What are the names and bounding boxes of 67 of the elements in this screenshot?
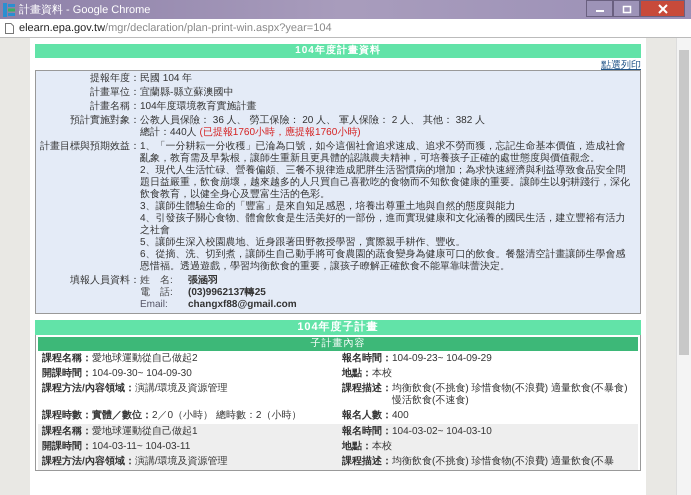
course-field-value: 104-03-11~ 104-03-11 (92, 441, 192, 453)
course-field-value: 均衡飲食(不挑食) 珍惜食物(不浪費) 適量飲食(不暴食) 慢活飲食(不速食) (392, 383, 629, 407)
course-field-label: 報名人數： (342, 410, 392, 422)
contact-value: (03)9962137轉25 (188, 287, 266, 299)
section-header: 104年度子計畫 (35, 320, 641, 335)
course-field-value: 均衡飲食(不挑食) 珍惜食物(不浪費) 適量飲食(不暴 (392, 456, 616, 468)
course-field-label: 課程名稱： (42, 353, 92, 365)
course-field-label: 課程描述： (342, 383, 392, 394)
course-field-value: 104-03-02~ 104-03-10 (392, 426, 493, 438)
course-field-label: 課程時數：實體／數位： (42, 410, 152, 422)
course-field-value: 400 (392, 410, 410, 422)
goal-item: 4、引發孩子關心食物、體會飲食是生活美好的一部份，進而實現健康和文化涵養的國民生活，建立豐裕有活力之社會 (140, 213, 627, 236)
course-field-value: 演講/環境及資源管理 (134, 383, 229, 395)
course-field-value: 演講/環境及資源管理 (134, 456, 229, 468)
section-header: 104年度計畫資料 (35, 44, 641, 58)
course-field-value: 104-09-30~ 104-09-30 (92, 368, 193, 380)
course-field-value: 愛地球運動從自己做起2 (92, 353, 199, 365)
course-field-label: 課程方法/內容領域： (42, 456, 135, 468)
course-field-value: 2／0（小時） 總時數：2（小時） (152, 410, 302, 422)
course-field-value: 本校 (372, 368, 393, 380)
page-icon (5, 22, 14, 34)
contact-label: Email: (140, 299, 169, 311)
field-value: 104年度環境教育實施計畫 (140, 101, 257, 112)
field-label: 計畫目標與預期效益： (39, 141, 140, 154)
course-field-label: 開課時間： (42, 441, 92, 453)
course-field-label: 課程描述： (342, 456, 392, 468)
course-field-label: 開課時間： (42, 368, 92, 380)
course-field-value: 104-09-23~ 104-09-29 (392, 353, 493, 365)
window-title: 計畫資料 - Google Chrome (19, 2, 152, 17)
field-label: 預計實施對象： (69, 115, 140, 128)
field-label: 計畫名稱： (89, 101, 140, 113)
course-field-label: 報名時間： (342, 353, 392, 365)
course-field-value: 愛地球運動從自己做起1 (92, 426, 199, 438)
goal-item: 3、讓師生體驗生命的「豐富」是來自知足感恩，培養出尊重土地與自然的態度與能力 (140, 201, 517, 212)
contact-label: 姓 名: (140, 275, 174, 286)
field-value: 民國 104 年 (140, 73, 192, 84)
hours-note: (已提報1760小時，應提報1760小時) (199, 127, 361, 138)
field-label: 計畫單位： (89, 87, 140, 99)
address-bar[interactable]: elearn.epa.gov.tw/mgr/declaration/plan-print-win.aspx?year=104 (19, 22, 332, 34)
minimize-button[interactable] (586, 0, 613, 17)
contact-label: 電 話: (140, 287, 174, 299)
field-label: 提報年度： (89, 73, 140, 85)
scrollbar[interactable] (676, 38, 691, 495)
field-label: 填報人員資料： (69, 275, 140, 288)
course-field-label: 地點： (342, 441, 372, 453)
course-field-label: 課程名稱： (42, 426, 92, 438)
field-value: 公教人員保險： 36 人、 勞工保險： 20 人、 軍人保險： 2 人、 其他： 382 人 (140, 115, 486, 126)
goal-item: 1、「一分耕耘一分收穫」已淪為口號，如今這個社會追求速成、追求不勞而獲，忘記生命基本價值，造成社會亂象，教育需及早紮根，讓師生重新且更具體的認識農夫精神，可培養孩子正確的處世態度與價值觀念。 (140, 141, 627, 164)
print-link[interactable]: 點選列印 (601, 60, 641, 71)
course-field-label: 課程方法/內容領域： (42, 383, 135, 395)
maximize-button[interactable] (613, 0, 640, 17)
course-field-label: 地點： (342, 368, 372, 380)
goal-item: 5、讓師生深入校園農地、近身跟著田野教授學習，實際親手耕作、豐收。 (140, 237, 467, 248)
field-value: 宜蘭縣-縣立蘇澳國中 (140, 87, 234, 98)
total-text: 總計：440人 (140, 127, 197, 138)
goal-item: 6、從摘、洗、切到煮，讓師生自己動手將可食農園的蔬食變身為健康可口的飲食。餐盤清空計畫讓師生學會感恩惜福。透過遊戲，學習均衡飲食的重要，讓孩子瞭解正確飲食不能單靠味蕾決定。 (140, 249, 627, 273)
course-field-value: 本校 (372, 441, 393, 453)
contact-value: changxf88@gmail.com (188, 299, 297, 311)
contact-value: 張涵羽 (188, 275, 218, 287)
minimize-icon (596, 10, 604, 12)
course-field-label: 報名時間： (342, 426, 392, 438)
close-button[interactable] (640, 0, 685, 17)
goal-item: 2、現代人生活忙碌、營養偏頗、三餐不規律造成肥胖生活習慣病的增加；為求快速經濟與利益導致食品安全問題日益嚴重，飲食崩壞，越來越多的人只買自己喜歡吃的食物而不知飲食健康的重要。讓師生以躬耕踐行，深化飲食教育，以健全身心及豐富生活的色彩。 (140, 165, 631, 200)
table-header: 子計畫內容 (38, 337, 638, 351)
app-icon (3, 2, 15, 16)
close-icon (658, 4, 668, 14)
maximize-icon (622, 4, 632, 14)
